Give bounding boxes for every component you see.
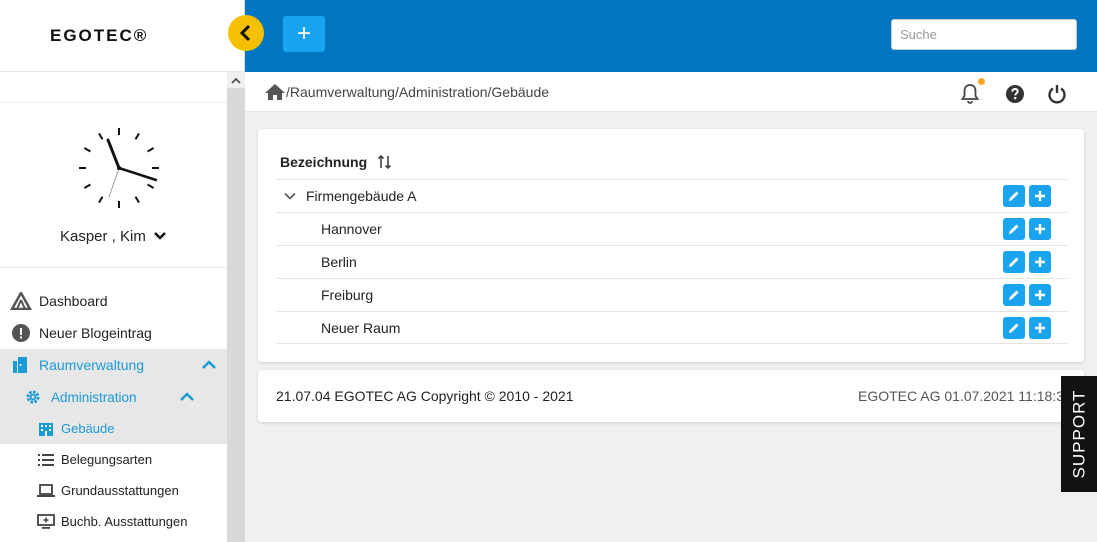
plus-icon <box>1035 257 1045 267</box>
footer: 21.07.04 EGOTEC AG Copyright © 2010 - 20… <box>258 370 1084 422</box>
logo-area: EGOTEC® <box>0 0 244 72</box>
nav-buchb-label: Buchb. Ausstattungen <box>61 514 188 529</box>
nav-dashboard[interactable]: Dashboard <box>0 285 227 317</box>
nav-administration[interactable]: Administration <box>0 381 227 413</box>
nav-belegungsarten-label: Belegungsarten <box>61 452 153 467</box>
chevron-up-icon <box>202 360 216 369</box>
plus-icon <box>1035 290 1045 300</box>
buildings-card: Bezeichnung Firmengebäude A Hannover Ber… <box>258 129 1084 362</box>
nav-raumverwaltung[interactable]: Raumverwaltung <box>0 349 227 381</box>
plus-icon <box>1035 224 1045 234</box>
add-button[interactable]: + <box>283 16 325 52</box>
chevron-down-icon[interactable] <box>283 191 297 201</box>
tree-row-firmengebaeude-a[interactable]: Firmengebäude A <box>276 179 1067 212</box>
row-actions <box>1003 218 1051 240</box>
tree-row-label: Firmengebäude A <box>306 188 417 204</box>
alert-circle-icon <box>10 322 32 344</box>
campfire-icon <box>10 290 32 312</box>
breadcrumb-bar: /Raumverwaltung/Administration/Gebäude <box>245 72 1097 112</box>
tree-row-label: Hannover <box>321 221 382 237</box>
row-actions <box>1003 284 1051 306</box>
nav-belegungsarten[interactable]: Belegungsarten <box>0 444 227 475</box>
chevron-up-icon <box>180 392 194 401</box>
chevron-down-icon <box>154 232 166 240</box>
gear-icon <box>22 386 44 408</box>
nav-raumverwaltung-label: Raumverwaltung <box>39 357 145 373</box>
door-icon <box>10 354 32 376</box>
column-header-bezeichnung[interactable]: Bezeichnung <box>280 154 393 170</box>
pencil-icon <box>1009 257 1019 267</box>
user-menu[interactable]: Kasper , Kim <box>0 228 227 245</box>
nav-grundausstattungen[interactable]: Grundausstattungen <box>0 475 227 506</box>
add-child-button[interactable] <box>1029 185 1051 207</box>
edit-button[interactable] <box>1003 284 1025 306</box>
main-navigation: Dashboard Neuer Blogeintrag Raumverwaltu… <box>0 285 227 537</box>
nav-neuer-blogeintrag[interactable]: Neuer Blogeintrag <box>0 317 227 349</box>
add-child-button[interactable] <box>1029 316 1051 339</box>
tree-row-label: Neuer Raum <box>321 319 401 336</box>
notification-badge <box>978 78 985 85</box>
edit-button[interactable] <box>1003 218 1025 240</box>
power-icon[interactable] <box>1047 83 1067 105</box>
add-child-button[interactable] <box>1029 251 1051 273</box>
list-icon <box>35 449 57 471</box>
tree-row-label: Berlin <box>321 254 357 270</box>
row-actions <box>1003 185 1051 207</box>
scroll-up-arrow[interactable] <box>227 72 245 88</box>
sort-icon[interactable] <box>377 154 393 170</box>
add-child-button[interactable] <box>1029 218 1051 240</box>
edit-button[interactable] <box>1003 251 1025 273</box>
pencil-icon <box>1009 323 1019 333</box>
plus-icon <box>1035 191 1045 201</box>
nav-grundausstattungen-label: Grundausstattungen <box>61 483 179 498</box>
help-icon[interactable] <box>1005 84 1025 104</box>
user-profile: Kasper , Kim <box>0 102 227 268</box>
home-icon[interactable] <box>264 83 286 101</box>
nav-gebaeude[interactable]: Gebäude <box>0 413 227 444</box>
nav-administration-label: Administration <box>51 389 137 405</box>
row-actions <box>1003 316 1051 339</box>
breadcrumb[interactable]: /Raumverwaltung/Administration/Gebäude <box>286 84 549 100</box>
support-label: SUPPORT <box>1069 389 1088 479</box>
pencil-icon <box>1009 290 1019 300</box>
edit-button[interactable] <box>1003 185 1025 207</box>
laptop-icon <box>35 480 57 502</box>
add-child-button[interactable] <box>1029 284 1051 306</box>
tree-row-hannover[interactable]: Hannover <box>276 212 1067 245</box>
user-name: Kasper , Kim <box>59 228 146 245</box>
sidebar: EGOTEC® Kasper , Kim Dashboard Neuer Blo… <box>0 0 245 542</box>
footer-timestamp: EGOTEC AG 01.07.2021 11:18:3 <box>858 388 1064 404</box>
sidebar-collapse-button[interactable] <box>228 15 264 51</box>
clock-icon <box>78 127 160 209</box>
tree-row-berlin[interactable]: Berlin <box>276 245 1067 278</box>
chevron-left-icon <box>239 24 251 42</box>
pencil-icon <box>1009 191 1019 201</box>
edit-button[interactable] <box>1003 316 1025 339</box>
pencil-icon <box>1009 224 1019 234</box>
sidebar-scrollbar[interactable] <box>227 72 245 542</box>
building-icon <box>35 418 57 440</box>
tree-row-label: Freiburg <box>321 287 374 303</box>
bell-icon[interactable] <box>960 82 980 104</box>
top-bar: + <box>245 0 1097 72</box>
nav-dashboard-label: Dashboard <box>39 293 108 309</box>
monitor-plus-icon <box>35 511 57 533</box>
tree-row-neuer-raum[interactable]: Neuer Raum <box>276 311 1067 344</box>
column-header-label: Bezeichnung <box>280 154 368 170</box>
footer-copyright: 21.07.04 EGOTEC AG Copyright © 2010 - 20… <box>276 388 574 404</box>
plus-icon <box>1035 322 1045 333</box>
support-tab[interactable]: SUPPORT <box>1061 376 1097 492</box>
nav-buchb-ausstattungen[interactable]: Buchb. Ausstattungen <box>0 506 227 537</box>
tree-row-freiburg[interactable]: Freiburg <box>276 278 1067 311</box>
egotec-logo[interactable]: EGOTEC® <box>50 26 148 46</box>
row-actions <box>1003 251 1051 273</box>
search-input[interactable] <box>891 19 1077 50</box>
nav-blog-label: Neuer Blogeintrag <box>39 325 152 341</box>
nav-gebaeude-label: Gebäude <box>61 421 115 436</box>
